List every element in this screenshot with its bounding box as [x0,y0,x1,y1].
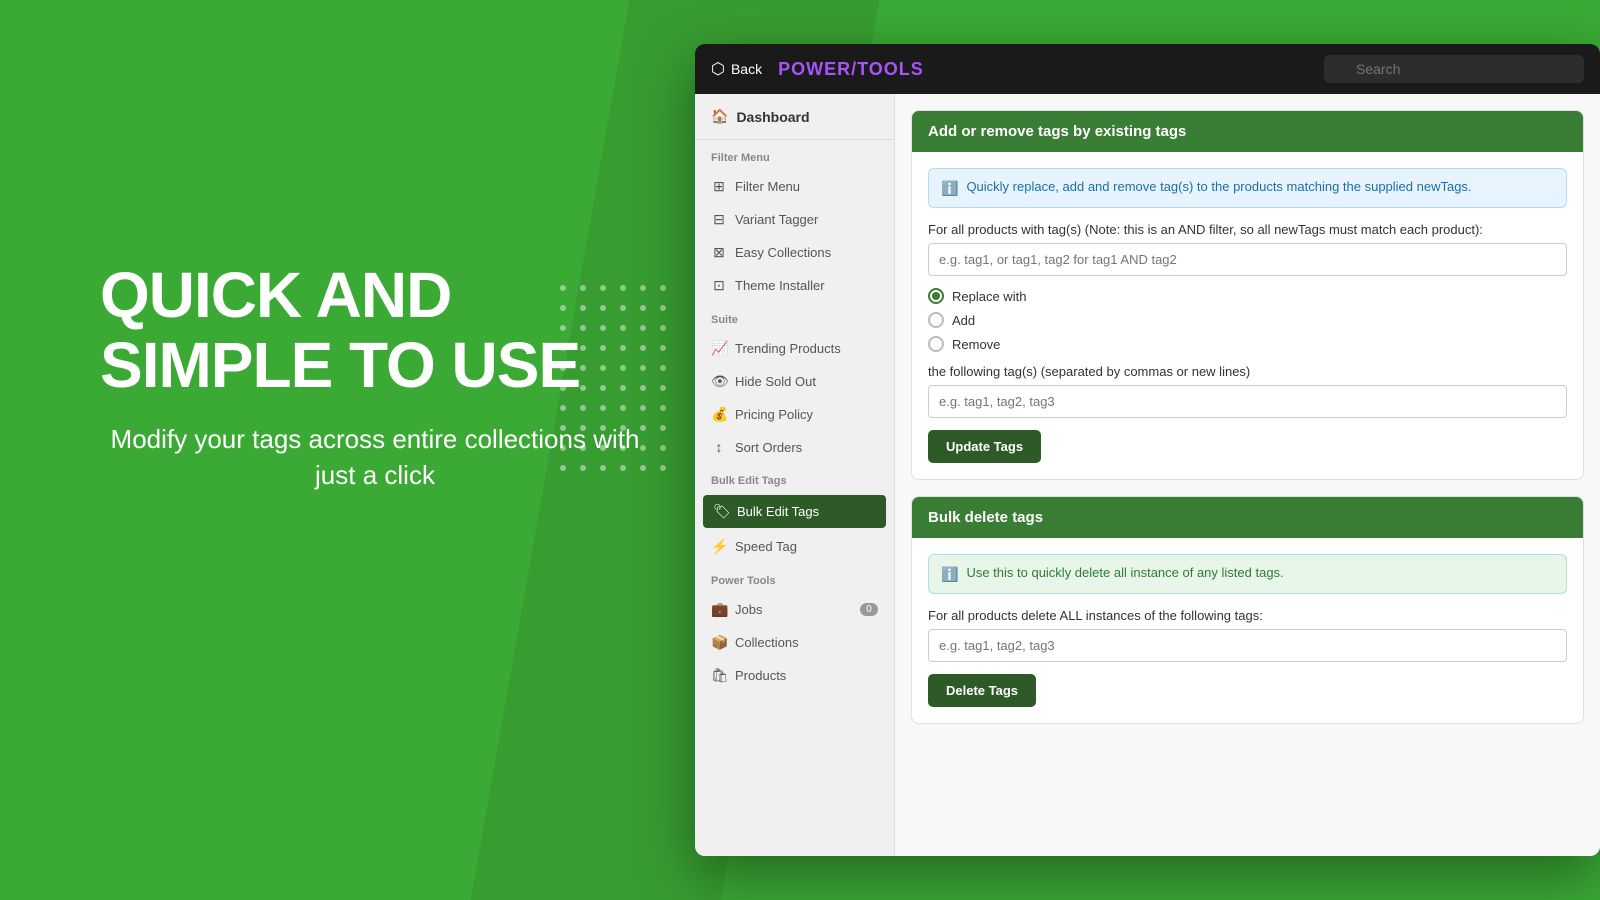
bulk-edit-tags-label: Bulk Edit Tags [737,504,819,519]
info-icon: ℹ️ [941,180,958,197]
sort-orders-label: Sort Orders [735,440,802,455]
hide-sold-out-icon: 👁 [711,373,727,390]
variant-tagger-label: Variant Tagger [735,212,818,227]
radio-add-label: Add [952,313,975,328]
sidebar-dashboard[interactable]: 🏠 Dashboard [695,94,894,140]
sidebar-item-speed-tag[interactable]: ⚡ Speed Tag [695,530,894,563]
hide-sold-out-label: Hide Sold Out [735,374,816,389]
theme-installer-icon: ⊡ [711,277,727,294]
add-remove-tags-card: Add or remove tags by existing tags ℹ️ Q… [911,110,1584,480]
easy-collections-icon: ⊠ [711,244,727,261]
radio-replace-circle [928,288,944,304]
filter-menu-section-label: Filter Menu [695,140,894,170]
pricing-policy-icon: 💰 [711,406,727,423]
dashboard-label: Dashboard [736,109,809,125]
bulk-edit-tags-icon: 🏷 [713,503,729,520]
radio-add[interactable]: Add [928,312,1567,328]
sidebar-item-variant-tagger[interactable]: ⊟ Variant Tagger [695,203,894,236]
filter-menu-icon: ⊞ [711,178,727,195]
top-bar: ⬡ Back POWER/TOOLS 🔍 [695,44,1600,94]
hero-subtitle: Modify your tags across entire collectio… [100,421,650,494]
sort-orders-icon: ↕ [711,439,727,455]
bulk-edit-tags-section-label: Bulk Edit Tags [695,463,894,493]
theme-installer-label: Theme Installer [735,278,825,293]
hero-title: QUICK AND SIMPLE TO USE [100,260,650,401]
radio-replace-with[interactable]: Replace with [928,288,1567,304]
speed-tag-icon: ⚡ [711,538,727,555]
delete-tags-button[interactable]: Delete Tags [928,674,1036,707]
delete-tags-input[interactable] [928,629,1567,662]
products-label: Products [735,668,786,683]
sidebar-item-jobs[interactable]: 💼 Jobs 0 [695,593,894,626]
trending-products-label: Trending Products [735,341,841,356]
sidebar-item-filter-menu[interactable]: ⊞ Filter Menu [695,170,894,203]
jobs-badge: 0 [860,603,878,616]
back-button[interactable]: ⬡ Back [711,59,762,79]
sidebar-item-sort-orders[interactable]: ↕ Sort Orders [695,431,894,463]
search-input[interactable] [1324,55,1584,83]
sidebar-item-hide-sold-out[interactable]: 👁 Hide Sold Out [695,365,894,398]
bulk-delete-info-box: ℹ️ Use this to quickly delete all instan… [928,554,1567,594]
update-tags-button[interactable]: Update Tags [928,430,1041,463]
filter-tags-input[interactable] [928,243,1567,276]
jobs-icon: 💼 [711,601,727,618]
radio-remove-circle [928,336,944,352]
collections-label: Collections [735,635,799,650]
search-wrapper: 🔍 [1324,55,1584,83]
back-icon: ⬡ [711,59,725,79]
delete-label: For all products delete ALL instances of… [928,608,1567,623]
tags-label: the following tag(s) (separated by comma… [928,364,1567,379]
products-icon: 🛍 [711,667,727,684]
sidebar-item-easy-collections[interactable]: ⊠ Easy Collections [695,236,894,269]
trending-products-icon: 📈 [711,340,727,357]
pricing-policy-label: Pricing Policy [735,407,813,422]
back-label: Back [731,61,762,77]
sidebar-item-pricing-policy[interactable]: 💰 Pricing Policy [695,398,894,431]
sidebar-item-bulk-edit-tags[interactable]: 🏷 Bulk Edit Tags [703,495,886,528]
filter-label: For all products with tag(s) (Note: this… [928,222,1567,237]
right-panel: Add or remove tags by existing tags ℹ️ Q… [895,94,1600,856]
radio-remove[interactable]: Remove [928,336,1567,352]
suite-section-label: Suite [695,302,894,332]
variant-tagger-icon: ⊟ [711,211,727,228]
hero-area: QUICK AND SIMPLE TO USE Modify your tags… [100,260,650,494]
brand-logo: POWER/TOOLS [778,59,1324,80]
bulk-delete-tags-header: Bulk delete tags [912,497,1583,538]
bulk-delete-tags-body: ℹ️ Use this to quickly delete all instan… [912,538,1583,723]
add-remove-tags-body: ℹ️ Quickly replace, add and remove tag(s… [912,152,1583,479]
jobs-label: Jobs [735,602,762,617]
filter-menu-label: Filter Menu [735,179,800,194]
sidebar-item-collections[interactable]: 📦 Collections [695,626,894,659]
add-remove-info-box: ℹ️ Quickly replace, add and remove tag(s… [928,168,1567,208]
collections-icon: 📦 [711,634,727,651]
dashboard-icon: 🏠 [711,108,728,125]
add-remove-tags-header: Add or remove tags by existing tags [912,111,1583,152]
new-tags-input[interactable] [928,385,1567,418]
app-window: ⬡ Back POWER/TOOLS 🔍 🏠 Dashboard Filter … [695,44,1600,856]
easy-collections-label: Easy Collections [735,245,831,260]
main-content: 🏠 Dashboard Filter Menu ⊞ Filter Menu ⊟ … [695,94,1600,856]
sidebar-item-products[interactable]: 🛍 Products [695,659,894,692]
add-remove-info-text: Quickly replace, add and remove tag(s) t… [966,179,1471,194]
speed-tag-label: Speed Tag [735,539,797,554]
bulk-delete-info-text: Use this to quickly delete all instance … [966,565,1283,580]
bulk-delete-info-icon: ℹ️ [941,566,958,583]
power-tools-section-label: Power Tools [695,563,894,593]
sidebar-item-trending-products[interactable]: 📈 Trending Products [695,332,894,365]
radio-remove-label: Remove [952,337,1000,352]
radio-replace-label: Replace with [952,289,1026,304]
sidebar-item-theme-installer[interactable]: ⊡ Theme Installer [695,269,894,302]
radio-group: Replace with Add Remove [928,288,1567,352]
sidebar: 🏠 Dashboard Filter Menu ⊞ Filter Menu ⊟ … [695,94,895,856]
bulk-delete-tags-card: Bulk delete tags ℹ️ Use this to quickly … [911,496,1584,724]
radio-add-circle [928,312,944,328]
